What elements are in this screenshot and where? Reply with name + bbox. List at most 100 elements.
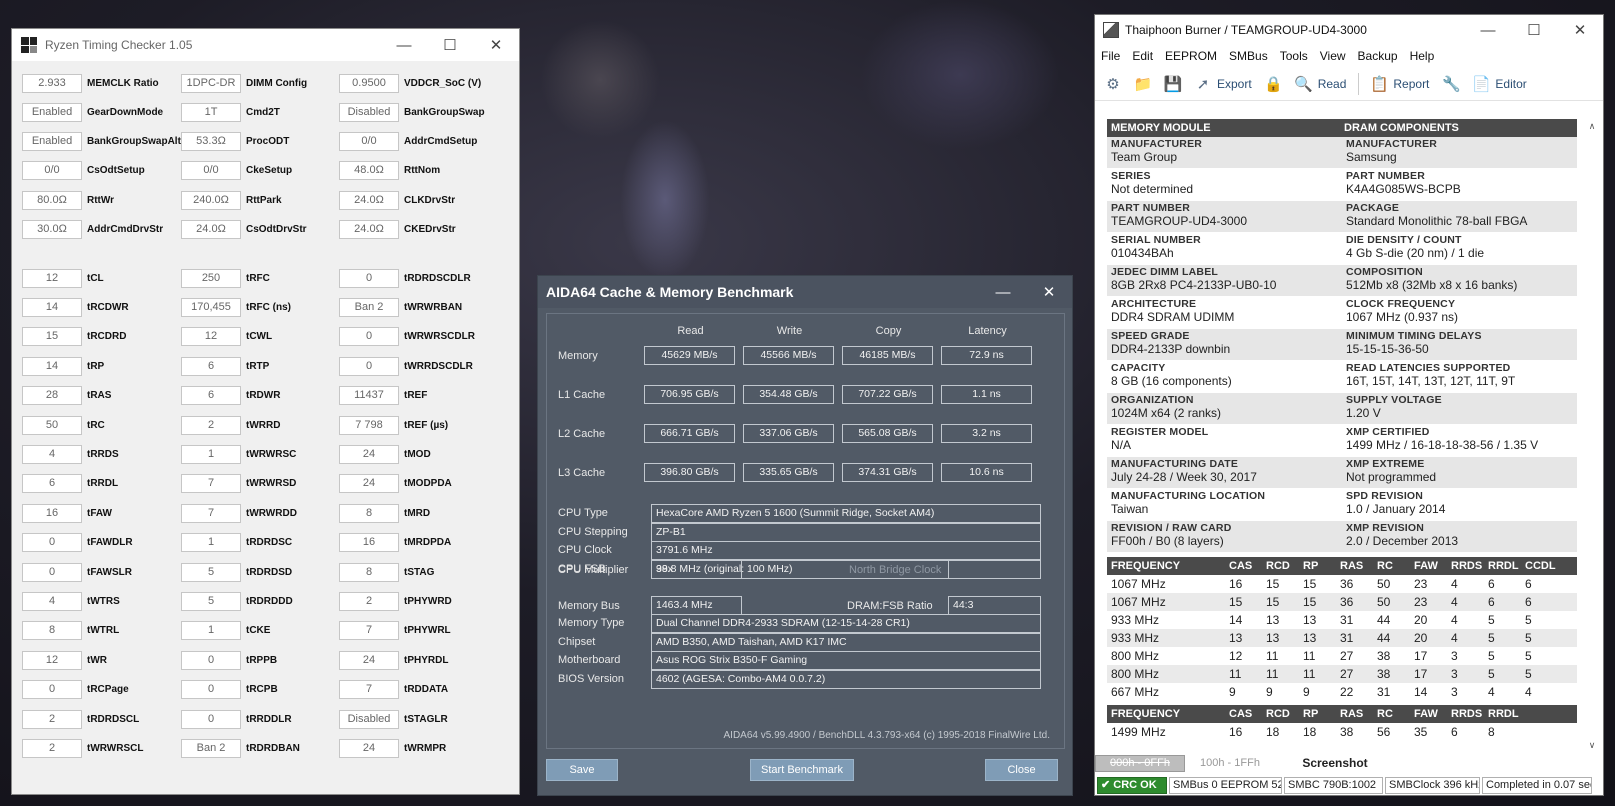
save-button[interactable]: Save	[546, 759, 618, 781]
timing-value[interactable]: 1T	[181, 102, 241, 122]
timing-value[interactable]: Disabled	[339, 709, 399, 729]
timing-value[interactable]: 6	[22, 474, 82, 494]
close-button[interactable]: ✕	[1557, 15, 1603, 46]
menu-item-smbus[interactable]: SMBus	[1229, 49, 1268, 63]
menu-item-edit[interactable]: Edit	[1132, 49, 1153, 63]
timing-value[interactable]: 7	[181, 474, 241, 494]
timing-value[interactable]: 0/0	[181, 161, 241, 181]
settings-icon[interactable]: ⚙	[1103, 74, 1123, 94]
timing-value[interactable]: 6	[181, 356, 241, 376]
timing-value[interactable]: Enabled	[22, 132, 82, 152]
timing-value[interactable]: 170,455	[181, 297, 241, 317]
timing-value[interactable]: 2.933	[22, 73, 82, 93]
minimize-button[interactable]: —	[1465, 15, 1511, 46]
timing-value[interactable]: Ban 2	[339, 297, 399, 317]
menu-item-file[interactable]: File	[1101, 49, 1120, 63]
timing-value[interactable]: 12	[22, 268, 82, 288]
menu-item-help[interactable]: Help	[1410, 49, 1435, 63]
tab-screenshot[interactable]: Screenshot	[1275, 756, 1395, 770]
timing-value[interactable]: 50	[22, 415, 82, 435]
timing-value[interactable]: 7 798	[339, 415, 399, 435]
timing-value[interactable]: Ban 2	[181, 738, 241, 758]
timing-value[interactable]: 80.0Ω	[22, 190, 82, 210]
timing-value[interactable]: 0	[181, 650, 241, 670]
timing-value[interactable]: 8	[339, 562, 399, 582]
timing-value[interactable]: 0	[339, 327, 399, 347]
read-button[interactable]: Read	[1318, 77, 1347, 91]
timing-value[interactable]: 7	[339, 680, 399, 700]
timing-value[interactable]: 250	[181, 268, 241, 288]
timing-value[interactable]: 24	[339, 474, 399, 494]
close-button[interactable]: ✕	[473, 29, 519, 61]
timing-value[interactable]: Enabled	[22, 102, 82, 122]
close-button[interactable]: ✕	[1026, 276, 1072, 308]
timing-value[interactable]: 4	[22, 591, 82, 611]
timing-value[interactable]: 24	[339, 444, 399, 464]
menu-item-tools[interactable]: Tools	[1280, 49, 1308, 63]
timing-value[interactable]: 0.9500	[339, 73, 399, 93]
timing-value[interactable]: 24.0Ω	[339, 220, 399, 239]
open-folder-icon[interactable]: 📁	[1133, 74, 1153, 94]
minimize-button[interactable]: —	[980, 276, 1026, 308]
timing-value[interactable]: 0	[181, 680, 241, 700]
vertical-scrollbar[interactable]: ∧ ∨	[1585, 121, 1599, 751]
timing-value[interactable]: 0	[22, 680, 82, 700]
timing-value[interactable]: 48.0Ω	[339, 161, 399, 181]
timing-value[interactable]: 240.0Ω	[181, 190, 241, 210]
timing-value[interactable]: 7	[181, 503, 241, 523]
timing-value[interactable]: 24	[339, 650, 399, 670]
editor-icon[interactable]: 📄	[1471, 74, 1491, 94]
timing-value[interactable]: 53.3Ω	[181, 132, 241, 152]
start-benchmark-button[interactable]: Start Benchmark	[750, 759, 854, 781]
timing-value[interactable]: 1	[181, 621, 241, 641]
timing-value[interactable]: 24	[339, 738, 399, 758]
timing-value[interactable]: 1	[181, 533, 241, 553]
timing-value[interactable]: 0	[339, 356, 399, 376]
menu-item-eeprom[interactable]: EEPROM	[1165, 49, 1217, 63]
editor-button[interactable]: Editor	[1495, 77, 1526, 91]
timing-value[interactable]: 12	[181, 327, 241, 347]
scroll-up-icon[interactable]: ∧	[1585, 121, 1599, 132]
scroll-down-icon[interactable]: ∨	[1585, 740, 1599, 751]
menu-item-view[interactable]: View	[1320, 49, 1346, 63]
timing-value[interactable]: 28	[22, 386, 82, 406]
report-button[interactable]: Report	[1393, 77, 1429, 91]
maximize-button[interactable]: ☐	[427, 29, 473, 61]
timing-value[interactable]: 30.0Ω	[22, 220, 82, 239]
timing-value[interactable]: 0/0	[22, 161, 82, 181]
report-icon[interactable]: 📋	[1369, 74, 1389, 94]
timing-value[interactable]: 24.0Ω	[339, 190, 399, 210]
timing-value[interactable]: 12	[22, 650, 82, 670]
timing-value[interactable]: 16	[339, 533, 399, 553]
tb-titlebar[interactable]: Thaiphoon Burner / TEAMGROUP-UD4-3000 — …	[1095, 15, 1603, 45]
timing-value[interactable]: 0	[339, 268, 399, 288]
timing-value[interactable]: 14	[22, 297, 82, 317]
maximize-button[interactable]: ☐	[1511, 15, 1557, 46]
timing-value[interactable]: 2	[22, 738, 82, 758]
export-icon[interactable]: ➚	[1193, 74, 1213, 94]
read-icon[interactable]: 🔍	[1294, 74, 1314, 94]
timing-value[interactable]: 1DPC-DR	[181, 73, 241, 93]
tab-100h-1ffh[interactable]: 100h - 1FFh	[1185, 757, 1275, 769]
export-button[interactable]: Export	[1217, 77, 1252, 91]
close-dialog-button[interactable]: Close	[985, 759, 1058, 781]
timing-value[interactable]: 15	[22, 327, 82, 347]
timing-value[interactable]: 5	[181, 562, 241, 582]
timing-value[interactable]: 16	[22, 503, 82, 523]
timing-value[interactable]: 7	[339, 621, 399, 641]
timing-value[interactable]: 2	[181, 415, 241, 435]
timing-value[interactable]: 5	[181, 591, 241, 611]
aida-titlebar[interactable]: AIDA64 Cache & Memory Benchmark — ✕	[538, 276, 1072, 308]
menu-item-backup[interactable]: Backup	[1358, 49, 1398, 63]
tab-000h-0ffh[interactable]: 000h - 0FFh	[1095, 754, 1185, 772]
timing-value[interactable]: 0	[181, 709, 241, 729]
timing-value[interactable]: 0	[22, 533, 82, 553]
timing-value[interactable]: 0	[22, 562, 82, 582]
rtc-titlebar[interactable]: Ryzen Timing Checker 1.05 — ☐ ✕	[12, 29, 519, 61]
timing-value[interactable]: 11437	[339, 386, 399, 406]
timing-value[interactable]: 8	[339, 503, 399, 523]
timing-value[interactable]: 14	[22, 356, 82, 376]
timing-value[interactable]: Disabled	[339, 102, 399, 122]
save-disk-icon[interactable]: 💾	[1163, 74, 1183, 94]
timing-value[interactable]: 2	[339, 591, 399, 611]
